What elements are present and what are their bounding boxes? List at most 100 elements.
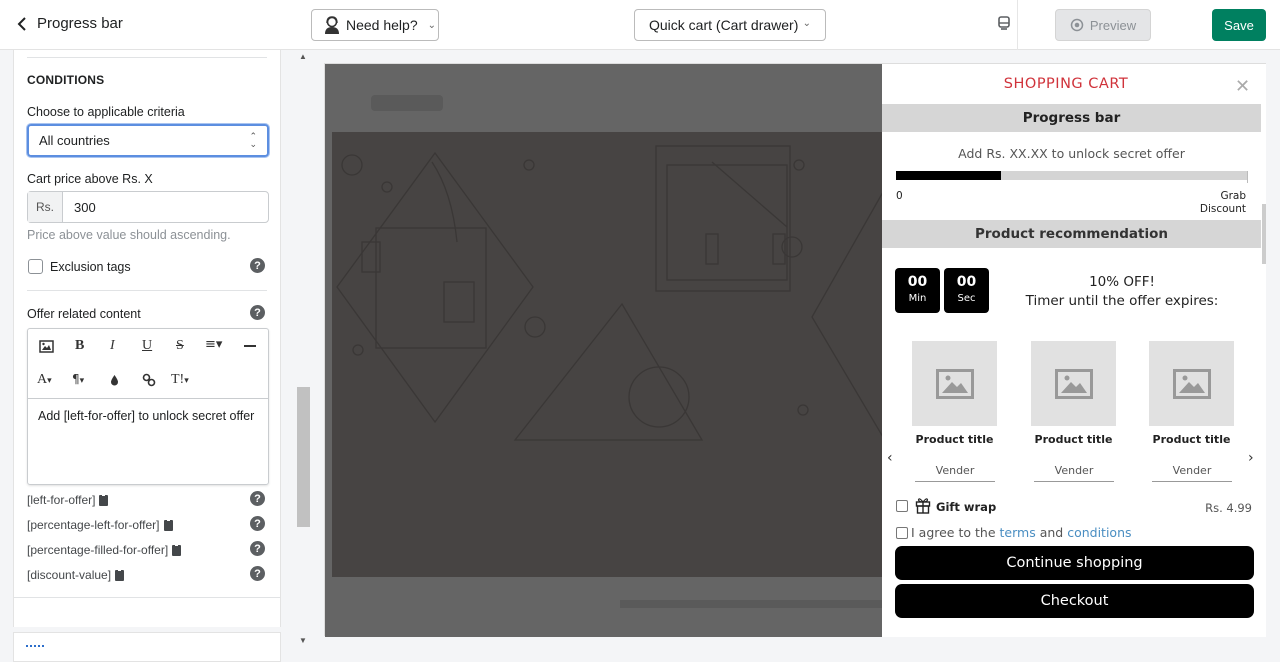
- checkout-button[interactable]: Checkout: [895, 584, 1254, 618]
- clipboard-icon[interactable]: [115, 568, 125, 581]
- continue-shopping-button[interactable]: Continue shopping: [895, 546, 1254, 580]
- image-placeholder-icon: [1172, 368, 1211, 399]
- product-title: Product title: [1034, 433, 1113, 446]
- support-agent-icon: [325, 16, 339, 34]
- editor-content[interactable]: Add [left-for-offer] to unlock secret of…: [28, 399, 268, 433]
- progress-end-label: Grab Discount: [1200, 190, 1246, 216]
- progress-bar-track: [896, 171, 1247, 180]
- chevron-down-icon: ⌄: [802, 18, 811, 29]
- carousel-next-icon[interactable]: ›: [1248, 450, 1254, 466]
- product-title: Product title: [915, 433, 994, 446]
- store-header-dimmed: [325, 64, 883, 132]
- price-prefix: Rs.: [28, 192, 63, 222]
- timer-message: 10% OFF! Timer until the offer expires:: [1022, 273, 1222, 311]
- progress-bar-fill: [896, 171, 1002, 180]
- price-input[interactable]: [63, 192, 268, 222]
- save-button[interactable]: Save: [1212, 9, 1266, 41]
- product-image-placeholder: [1149, 341, 1234, 426]
- help-icon[interactable]: ?: [250, 516, 265, 531]
- back-arrow-icon[interactable]: [14, 14, 32, 34]
- product-card[interactable]: Product title Vender: [912, 341, 997, 482]
- text-size-icon[interactable]: T!▾: [171, 372, 189, 388]
- progress-end-line2: Discount: [1199, 203, 1246, 215]
- editor-toolbar: B I U S ≡▾ A▾ ¶▾ T!▾: [28, 329, 268, 399]
- product-vendor: Vender: [1034, 464, 1114, 482]
- price-label: Cart price above Rs. X: [27, 172, 153, 186]
- device-toggle-icon[interactable]: [995, 15, 1013, 33]
- timer-minutes-value: 00: [907, 274, 928, 290]
- help-icon[interactable]: ?: [250, 305, 265, 320]
- conditions-link[interactable]: conditions: [1067, 525, 1131, 540]
- scrollbar-thumb[interactable]: [297, 387, 310, 527]
- divider: [27, 290, 267, 291]
- price-input-group: Rs.: [27, 191, 269, 223]
- product-title: Product title: [1152, 433, 1231, 446]
- exclusion-tags-checkbox[interactable]: [28, 259, 43, 274]
- store-logo-placeholder: [371, 95, 443, 111]
- divider: [27, 57, 267, 58]
- variable-left-for-offer: [left-for-offer]: [27, 493, 109, 507]
- criteria-select[interactable]: All countries ⌃ ⌄: [27, 124, 269, 157]
- font-color-icon[interactable]: A▾: [37, 372, 52, 388]
- bold-icon[interactable]: B: [75, 338, 84, 354]
- help-icon[interactable]: ?: [250, 258, 265, 273]
- recommendation-heading: Product recommendation: [882, 220, 1261, 248]
- fill-color-icon[interactable]: [110, 374, 119, 386]
- help-icon[interactable]: ?: [250, 491, 265, 506]
- section-title: CONDITIONS: [27, 73, 105, 87]
- footer-placeholder-bar: [620, 600, 883, 608]
- progress-bar-heading: Progress bar: [882, 104, 1261, 132]
- variable-text: [discount-value]: [27, 568, 112, 582]
- store-footer-dimmed: [325, 577, 883, 637]
- product-card[interactable]: Product title Vender: [1031, 341, 1116, 482]
- align-icon[interactable]: ≡▾: [205, 337, 222, 352]
- sidebar-scrollbar[interactable]: ▲ ▼: [296, 50, 311, 650]
- product-vendor: Vender: [915, 464, 995, 482]
- variable-text: [left-for-offer]: [27, 493, 96, 507]
- insert-image-icon[interactable]: [39, 340, 54, 353]
- agree-prefix: I agree to the: [911, 525, 996, 540]
- image-placeholder-icon: [1054, 368, 1093, 399]
- carousel-prev-icon[interactable]: ‹: [887, 450, 893, 466]
- paragraph-icon[interactable]: ¶▾: [72, 372, 84, 386]
- gift-wrap-price: Rs. 4.99: [1205, 501, 1252, 515]
- variable-percentage-filled: [percentage-filled-for-offer]: [27, 543, 182, 557]
- template-select-value: Quick cart (Cart drawer): [649, 17, 799, 33]
- variable-percentage-left: [percentage-left-for-offer]: [27, 518, 173, 532]
- gift-wrap-checkbox[interactable]: [896, 500, 908, 512]
- progress-end-line1: Grab: [1220, 190, 1246, 202]
- select-arrows-icon: ⌃ ⌄: [249, 131, 257, 149]
- next-card: [13, 632, 281, 662]
- help-icon[interactable]: ?: [250, 541, 265, 556]
- cart-drawer: SHOPPING CART ✕ Progress bar Add Rs. XX.…: [882, 64, 1266, 637]
- preview-button[interactable]: Preview: [1055, 9, 1151, 41]
- italic-icon[interactable]: I: [110, 338, 115, 354]
- horizontal-rule-icon[interactable]: [244, 345, 256, 347]
- strikethrough-icon[interactable]: S: [176, 338, 184, 354]
- scroll-up-arrow-icon[interactable]: ▲: [299, 52, 307, 61]
- terms-link[interactable]: terms: [1000, 525, 1036, 540]
- scroll-down-arrow-icon[interactable]: ▼: [299, 636, 307, 645]
- template-select[interactable]: Quick cart (Cart drawer) ⌄: [634, 9, 826, 41]
- agree-terms-text: I agree to the terms and conditions: [911, 525, 1132, 540]
- need-help-button[interactable]: Need help? ⌄: [311, 9, 439, 41]
- underline-icon[interactable]: U: [142, 338, 152, 354]
- divider: [14, 597, 280, 598]
- cart-scrollbar[interactable]: [1262, 204, 1266, 264]
- help-icon[interactable]: ?: [250, 566, 265, 581]
- variable-text: [percentage-filled-for-offer]: [27, 543, 169, 557]
- link-icon[interactable]: [142, 373, 156, 387]
- agree-terms-checkbox[interactable]: [896, 527, 908, 539]
- product-card[interactable]: Product title Vender: [1149, 341, 1234, 482]
- progress-message: Add Rs. XX.XX to unlock secret offer: [958, 146, 1185, 161]
- clipboard-icon[interactable]: [172, 543, 182, 556]
- criteria-label: Choose to applicable criteria: [27, 105, 185, 119]
- clipboard-icon[interactable]: [99, 493, 109, 506]
- clipboard-icon[interactable]: [163, 518, 173, 531]
- agree-and: and: [1039, 525, 1064, 540]
- close-icon[interactable]: ✕: [1235, 76, 1250, 97]
- store-preview: SHOPPING CART ✕ Progress bar Add Rs. XX.…: [324, 63, 1266, 637]
- settings-sidebar: CONDITIONS Choose to applicable criteria…: [0, 50, 296, 662]
- timer-seconds: 00 Sec: [944, 268, 989, 313]
- product-image-placeholder: [912, 341, 997, 426]
